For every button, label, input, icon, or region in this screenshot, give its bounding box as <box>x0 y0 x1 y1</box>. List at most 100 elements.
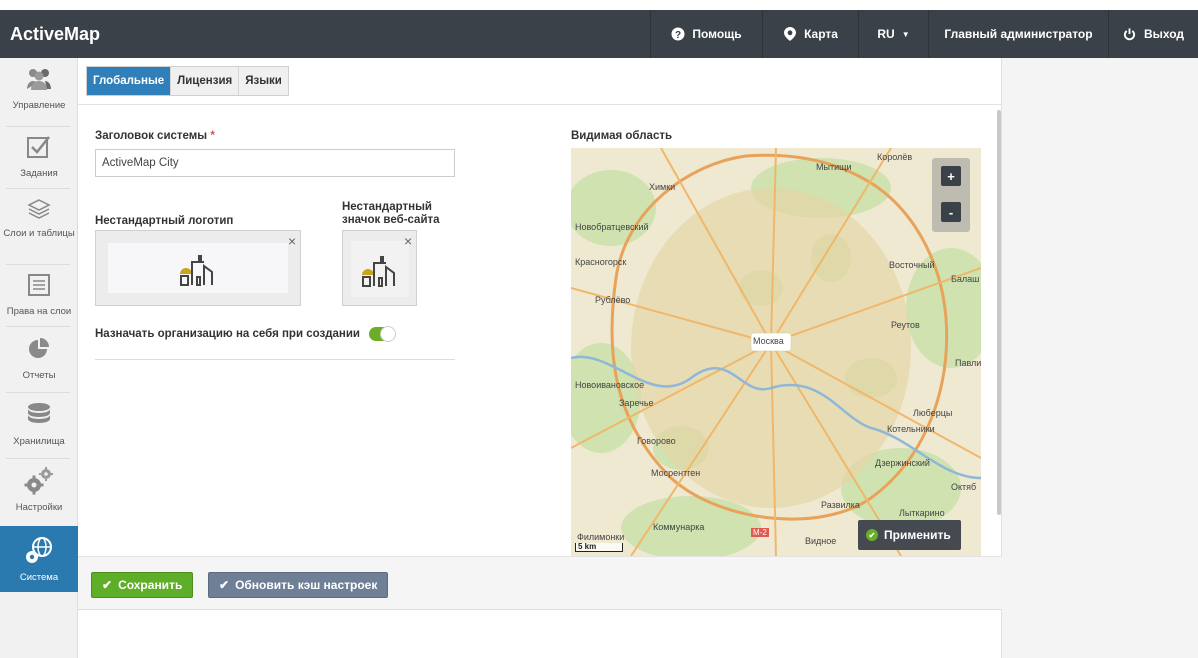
gears-icon <box>22 466 56 496</box>
sidebar-item-label: Задания <box>20 168 58 179</box>
svg-text:?: ? <box>675 30 681 41</box>
sidebar-item-management[interactable]: Управление <box>0 64 78 111</box>
pie-chart-icon <box>22 334 56 364</box>
logo-preview <box>108 243 288 293</box>
map-label-razvilka: Развилка <box>821 500 860 510</box>
language-label: RU <box>877 27 895 41</box>
user-name: Главный администратор <box>944 27 1093 41</box>
tabs-divider <box>78 104 1002 105</box>
top-bar: ActiveMap ? Помощь Карта RU ▼ Главный ад… <box>0 10 1198 58</box>
refresh-label: Обновить кэш настроек <box>235 578 378 592</box>
main-content: Глобальные Лицензия Языки Заголовок сист… <box>78 58 1002 658</box>
map-label-moscow: Москва <box>753 336 784 346</box>
sidebar-item-label: Хранилища <box>13 436 65 447</box>
vertical-scrollbar[interactable] <box>997 110 1001 515</box>
sidebar-item-storage[interactable]: Хранилища <box>0 400 78 447</box>
sidebar: Управление Задания Слои и таблицы Права … <box>0 58 78 658</box>
help-label: Помощь <box>692 27 742 41</box>
check-icon: ✔ <box>102 578 113 592</box>
sidebar-item-system[interactable]: Система <box>0 526 78 592</box>
check-icon: ✔ <box>866 529 878 541</box>
sidebar-item-layers[interactable]: Слои и таблицы <box>0 194 78 239</box>
map-label-mosrentgen: Мосрентген <box>651 468 701 478</box>
favicon-upload[interactable]: × <box>342 230 417 306</box>
save-label: Сохранить <box>118 578 183 592</box>
map-label-reutov: Реутов <box>891 320 920 330</box>
app-title[interactable]: ActiveMap <box>10 24 100 45</box>
map-label-novobrattsevsky: Новобратцевский <box>575 222 649 232</box>
map-label-khimki: Химки <box>649 182 676 192</box>
sidebar-item-label: Отчеты <box>22 370 56 381</box>
assign-org-toggle[interactable] <box>368 326 396 342</box>
map-label-vidnoe: Видное <box>805 536 837 546</box>
map-label-filimonki: Филимонки <box>577 532 625 542</box>
globe-gear-icon <box>22 536 56 566</box>
zoom-in-button[interactable]: + <box>941 166 961 186</box>
map-label: Карта <box>804 27 838 41</box>
right-panel <box>1002 58 1198 658</box>
favicon-preview <box>351 241 409 297</box>
help-icon: ? <box>671 27 685 41</box>
layers-icon <box>22 194 56 224</box>
map-link[interactable]: Карта <box>762 10 858 58</box>
city-logo-icon <box>180 255 213 286</box>
language-dropdown[interactable]: RU ▼ <box>858 10 928 58</box>
system-title-label: Заголовок системы * <box>95 130 215 142</box>
top-nav: ? Помощь Карта RU ▼ Главный администрато… <box>650 10 1198 58</box>
map-marker-icon <box>783 27 797 41</box>
favicon-label: Нестандартный значок веб-сайта <box>342 201 440 226</box>
checkbox-icon <box>22 132 56 162</box>
remove-logo-icon[interactable]: × <box>288 234 296 248</box>
tab-bar: Глобальные Лицензия Языки <box>86 66 289 96</box>
map-label-mytishchi: Мытищи <box>816 162 852 172</box>
toggle-knob <box>379 326 396 342</box>
map-label-oktyab: Октяб <box>951 482 977 492</box>
zoom-control: + - <box>932 158 970 232</box>
map-label-krasnogorsk: Красногорск <box>575 257 627 267</box>
database-icon <box>22 400 56 430</box>
map-label-balash: Балаш <box>951 274 980 284</box>
custom-logo-label: Нестандартный логотип <box>95 215 234 227</box>
map-label-zarechye: Заречье <box>619 398 654 408</box>
tab-license[interactable]: Лицензия <box>171 67 240 95</box>
city-favicon-icon <box>362 256 395 287</box>
help-link[interactable]: ? Помощь <box>650 10 762 58</box>
map-label-pavli: Павли <box>955 358 981 368</box>
sidebar-item-label: Настройки <box>15 502 63 513</box>
logout-label: Выход <box>1143 27 1185 41</box>
list-icon <box>22 270 56 300</box>
form-divider <box>95 359 455 360</box>
sidebar-item-layer-rights[interactable]: Права на слои <box>0 270 78 317</box>
zoom-out-button[interactable]: - <box>941 202 961 222</box>
map-view[interactable]: Мытищи Королёв Химки Новобратцевский Кра… <box>571 148 981 556</box>
custom-logo-upload[interactable]: × <box>95 230 301 306</box>
remove-favicon-icon[interactable]: × <box>404 234 412 248</box>
tab-global[interactable]: Глобальные <box>87 67 172 95</box>
apply-area-button[interactable]: ✔ Применить <box>858 520 961 550</box>
save-button[interactable]: ✔ Сохранить <box>91 572 194 598</box>
map-label-lyubertsy: Люберцы <box>913 408 953 418</box>
tab-languages[interactable]: Языки <box>239 67 288 95</box>
refresh-cache-button[interactable]: ✔ Обновить кэш настроек <box>208 572 389 598</box>
map-label-govorovo: Говорово <box>637 436 676 446</box>
sidebar-item-label: Слои и таблицы <box>3 228 75 239</box>
map-label-kotelniki: Котельники <box>887 424 935 434</box>
user-menu[interactable]: Главный администратор <box>928 10 1108 58</box>
map-label-lytkarino: Лыткарино <box>899 508 945 518</box>
power-icon <box>1123 27 1137 41</box>
caret-down-icon: ▼ <box>901 29 910 39</box>
required-marker: * <box>210 130 215 142</box>
sidebar-item-settings[interactable]: Настройки <box>0 466 78 513</box>
assign-org-label: Назначать организацию на себя при создан… <box>95 328 360 340</box>
logout-button[interactable]: Выход <box>1108 10 1198 58</box>
map-label-novoivanovskoe: Новоивановское <box>575 380 645 390</box>
sidebar-item-reports[interactable]: Отчеты <box>0 334 78 381</box>
sidebar-item-label: Система <box>19 571 59 583</box>
map-scale: 5 km <box>575 543 623 552</box>
sidebar-item-tasks[interactable]: Задания <box>0 132 78 179</box>
map-label-m2-road: М-2 <box>751 528 769 537</box>
apply-label: Применить <box>884 528 951 542</box>
map-label-dzerzhinsky: Дзержинский <box>875 458 930 468</box>
system-title-input[interactable]: ActiveMap City <box>95 149 455 177</box>
map-label-rublevo: Рублёво <box>595 295 631 305</box>
